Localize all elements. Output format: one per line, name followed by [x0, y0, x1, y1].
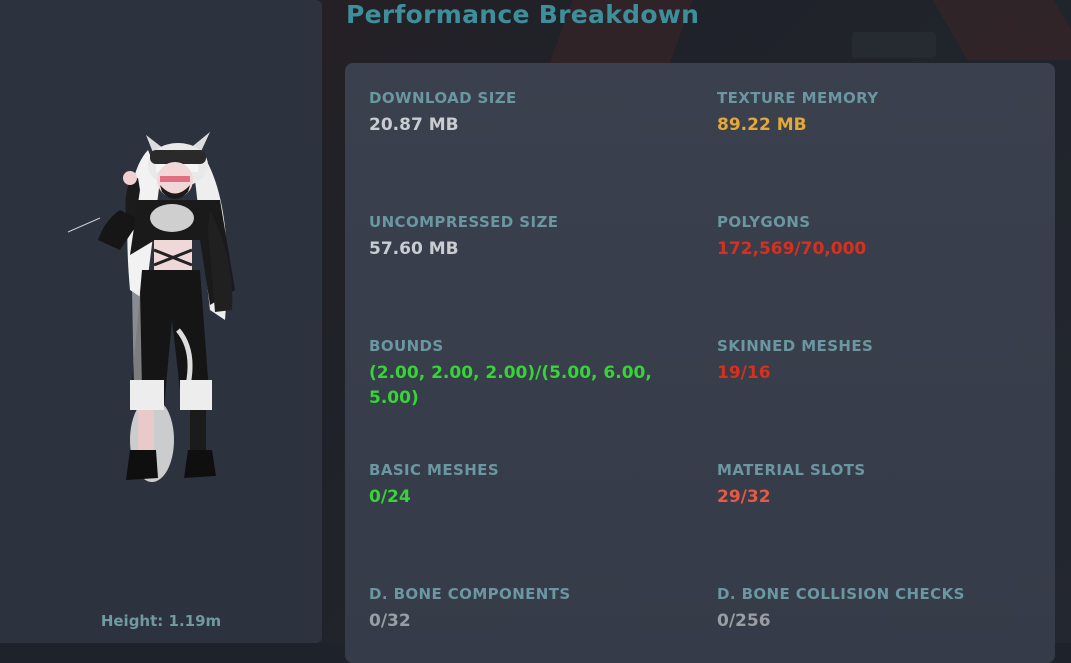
stat-basic-meshes: BASIC MESHES 0/24: [369, 461, 689, 510]
stat-label: POLYGONS: [717, 213, 811, 231]
stat-label: MATERIAL SLOTS: [717, 461, 866, 479]
stat-value: 29/32: [717, 487, 771, 507]
stat-value: 89.22 MB: [717, 115, 807, 135]
stat-label: TEXTURE MEMORY: [717, 89, 879, 107]
stat-download-size: DOWNLOAD SIZE 20.87 MB: [369, 89, 689, 138]
stat-label: SKINNED MESHES: [717, 337, 874, 355]
stat-value: 20.87 MB: [369, 115, 459, 135]
stat-value: 0/32: [369, 611, 411, 631]
stat-label: D. BONE COLLISION CHECKS: [717, 585, 965, 603]
stat-value: 172,569/70,000: [717, 239, 867, 259]
stat-material-slots: MATERIAL SLOTS 29/32: [717, 461, 1037, 510]
stat-texture-memory: TEXTURE MEMORY 89.22 MB: [717, 89, 1037, 138]
avatar-height-label: Height: 1.19m: [100, 612, 222, 630]
background-decoration: [852, 32, 936, 58]
avatar-preview-panel: Height: 1.19m: [0, 0, 322, 643]
performance-stats-panel: DOWNLOAD SIZE 20.87 MB TEXTURE MEMORY 89…: [345, 63, 1055, 663]
stat-value: 19/16: [717, 363, 771, 383]
stat-skinned-meshes: SKINNED MESHES 19/16: [717, 337, 1037, 386]
stat-polygons: POLYGONS 172,569/70,000: [717, 213, 1037, 262]
stat-dbone-collision-checks: D. BONE COLLISION CHECKS 0/256: [717, 585, 1037, 634]
stat-label: DOWNLOAD SIZE: [369, 89, 517, 107]
avatar-figure: [67, 132, 235, 482]
page-title: Performance Breakdown: [346, 0, 700, 29]
stat-uncompressed-size: UNCOMPRESSED SIZE 57.60 MB: [369, 213, 689, 262]
stat-label: BOUNDS: [369, 337, 444, 355]
stat-value: 0/256: [717, 611, 771, 631]
stat-value: 57.60 MB: [369, 239, 459, 259]
stat-label: BASIC MESHES: [369, 461, 500, 479]
stat-bounds: BOUNDS (2.00, 2.00, 2.00)/(5.00, 6.00, 5…: [369, 337, 669, 411]
stat-label: UNCOMPRESSED SIZE: [369, 213, 559, 231]
stat-label: D. BONE COMPONENTS: [369, 585, 571, 603]
stat-value: 0/24: [369, 487, 411, 507]
stat-dbone-components: D. BONE COMPONENTS 0/32: [369, 585, 689, 634]
stat-value: (2.00, 2.00, 2.00)/(5.00, 6.00, 5.00): [369, 363, 652, 408]
